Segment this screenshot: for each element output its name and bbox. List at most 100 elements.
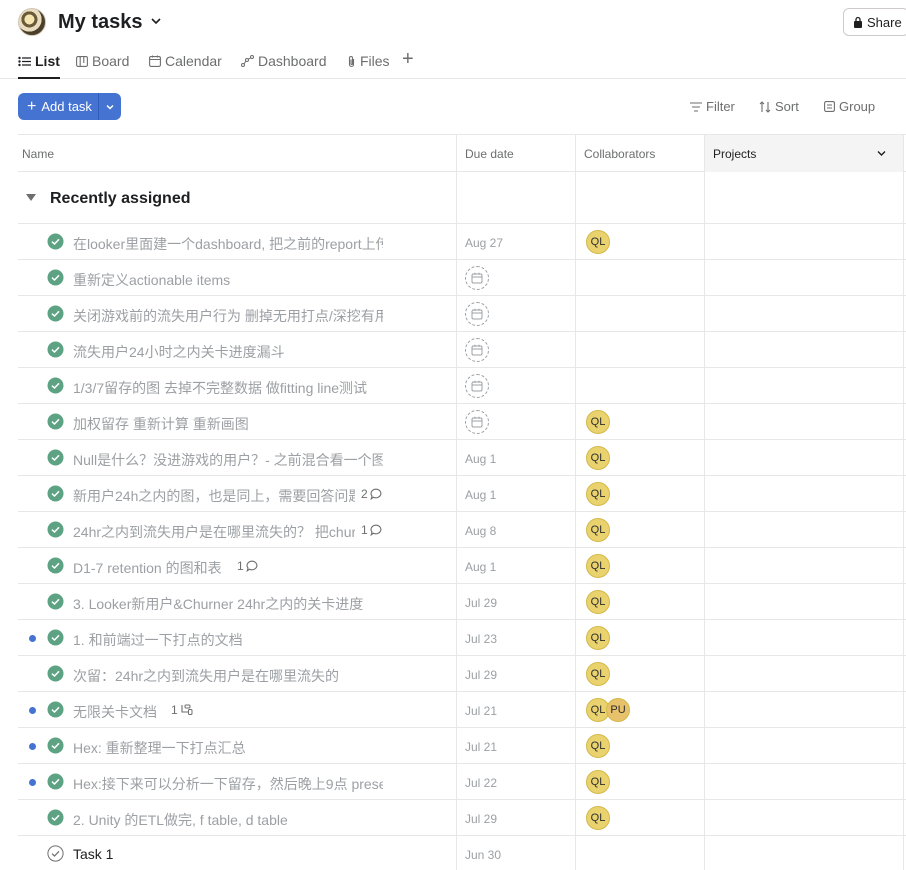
task-name[interactable]: 24hr之内到流失用户是在哪里流失的？ 把churn bbox=[73, 522, 355, 542]
comment-count[interactable]: 1 bbox=[237, 559, 259, 573]
task-row[interactable]: Null是什么？没进游戏的用户？- 之前混合看一个图 Aug 1 QL bbox=[0, 440, 906, 476]
column-header-projects[interactable]: Projects bbox=[704, 135, 904, 172]
tab-calendar[interactable]: Calendar bbox=[149, 50, 222, 72]
incomplete-check-icon[interactable] bbox=[47, 845, 64, 862]
tab-board[interactable]: Board bbox=[76, 50, 129, 72]
task-name[interactable]: 重新定义actionable items bbox=[73, 270, 383, 290]
column-header-due-date[interactable]: Due date bbox=[461, 135, 576, 172]
task-name[interactable]: 加权留存 重新计算 重新画图 bbox=[73, 414, 383, 434]
set-due-date-button[interactable] bbox=[465, 302, 489, 326]
project-avatar[interactable] bbox=[18, 8, 46, 36]
task-name[interactable]: Hex: 重新整理一下打点汇总 bbox=[73, 738, 383, 758]
share-button[interactable]: Share bbox=[843, 8, 906, 36]
task-row[interactable]: 1. 和前端过一下打点的文档 Jul 23 QL bbox=[0, 620, 906, 656]
task-name[interactable]: 新用户24h之内的图，也是同上，需要回答问题 bbox=[73, 486, 355, 506]
task-row[interactable]: 无限关卡文档 1 Jul 21 QL PU bbox=[0, 692, 906, 728]
completed-check-icon[interactable] bbox=[47, 449, 64, 466]
completed-check-icon[interactable] bbox=[47, 485, 64, 502]
completed-check-icon[interactable] bbox=[47, 809, 64, 826]
due-date[interactable]: Jul 22 bbox=[465, 776, 497, 790]
due-date[interactable]: Aug 1 bbox=[465, 488, 496, 502]
task-row[interactable]: 重新定义actionable items bbox=[0, 260, 906, 296]
completed-check-icon[interactable] bbox=[47, 269, 64, 286]
task-row[interactable]: D1-7 retention 的图和表 1 Aug 1 QL bbox=[0, 548, 906, 584]
caret-down-icon[interactable] bbox=[26, 194, 36, 201]
completed-check-icon[interactable] bbox=[47, 665, 64, 682]
comment-count[interactable]: 2 bbox=[361, 487, 383, 501]
task-row[interactable]: 流失用户24小时之内关卡进度漏斗 bbox=[0, 332, 906, 368]
task-name[interactable]: 3. Looker新用户&Churner 24hr之内的关卡进度 bbox=[73, 594, 383, 614]
task-name[interactable]: D1-7 retention 的图和表 bbox=[73, 558, 231, 578]
task-name[interactable]: 无限关卡文档 bbox=[73, 702, 165, 722]
section-header[interactable]: Recently assigned bbox=[18, 172, 906, 224]
completed-check-icon[interactable] bbox=[47, 521, 64, 538]
set-due-date-button[interactable] bbox=[465, 410, 489, 434]
due-date[interactable]: Aug 8 bbox=[465, 524, 496, 538]
due-date[interactable]: Jul 21 bbox=[465, 704, 497, 718]
due-date[interactable]: Jun 30 bbox=[465, 848, 501, 862]
filter-button[interactable]: Filter bbox=[690, 99, 735, 114]
task-row[interactable]: Task 1 Jun 30 bbox=[0, 836, 906, 870]
completed-check-icon[interactable] bbox=[47, 629, 64, 646]
task-name[interactable]: 在looker里面建一个dashboard, 把之前的report上传 bbox=[73, 234, 383, 254]
task-name[interactable]: Hex:接下来可以分析一下留存，然后晚上9点 presentation bbox=[73, 774, 383, 794]
collaborators[interactable]: QL bbox=[586, 518, 610, 542]
completed-check-icon[interactable] bbox=[47, 593, 64, 610]
task-row[interactable]: Hex: 重新整理一下打点汇总 Jul 21 QL bbox=[0, 728, 906, 764]
collaborators[interactable]: QL bbox=[586, 230, 610, 254]
completed-check-icon[interactable] bbox=[47, 701, 64, 718]
collaborators[interactable]: QL bbox=[586, 770, 610, 794]
collaborators[interactable]: QL bbox=[586, 410, 610, 434]
task-name[interactable]: 2. Unity 的ETL做完, f table, d table bbox=[73, 810, 383, 830]
collaborators[interactable]: QL bbox=[586, 446, 610, 470]
collaborators[interactable]: QL bbox=[586, 806, 610, 830]
add-task-dropdown-button[interactable] bbox=[98, 93, 121, 120]
collaborators[interactable]: QL bbox=[586, 662, 610, 686]
task-name[interactable]: 1. 和前端过一下打点的文档 bbox=[73, 630, 383, 650]
due-date[interactable]: Jul 21 bbox=[465, 740, 497, 754]
collaborators[interactable]: QL bbox=[586, 626, 610, 650]
task-row[interactable]: 新用户24h之内的图，也是同上，需要回答问题 2 Aug 1 QL bbox=[0, 476, 906, 512]
due-date[interactable]: Jul 29 bbox=[465, 812, 497, 826]
task-name[interactable]: 次留：24hr之内到流失用户是在哪里流失的 bbox=[73, 666, 383, 686]
collaborators[interactable]: QL bbox=[586, 734, 610, 758]
completed-check-icon[interactable] bbox=[47, 557, 64, 574]
task-row[interactable]: 次留：24hr之内到流失用户是在哪里流失的 Jul 29 QL bbox=[0, 656, 906, 692]
task-row[interactable]: 在looker里面建一个dashboard, 把之前的report上传 Aug 2… bbox=[0, 224, 906, 260]
completed-check-icon[interactable] bbox=[47, 377, 64, 394]
due-date[interactable]: Jul 29 bbox=[465, 596, 497, 610]
completed-check-icon[interactable] bbox=[47, 233, 64, 250]
due-date[interactable]: Aug 1 bbox=[465, 452, 496, 466]
chevron-down-icon[interactable] bbox=[876, 148, 887, 159]
column-header-collaborators[interactable]: Collaborators bbox=[580, 135, 704, 172]
completed-check-icon[interactable] bbox=[47, 773, 64, 790]
task-row[interactable]: 3. Looker新用户&Churner 24hr之内的关卡进度 Jul 29 QL bbox=[0, 584, 906, 620]
subtask-count[interactable]: 1 bbox=[171, 703, 193, 717]
collaborators[interactable]: QL PU bbox=[586, 698, 630, 722]
comment-count[interactable]: 1 bbox=[361, 523, 383, 537]
set-due-date-button[interactable] bbox=[465, 266, 489, 290]
completed-check-icon[interactable] bbox=[47, 341, 64, 358]
completed-check-icon[interactable] bbox=[47, 413, 64, 430]
task-row[interactable]: 24hr之内到流失用户是在哪里流失的？ 把churn 1 Aug 8 QL bbox=[0, 512, 906, 548]
task-name[interactable]: 关闭游戏前的流失用户行为 删掉无用打点/深挖有用 bbox=[73, 306, 383, 326]
collaborators[interactable]: QL bbox=[586, 554, 610, 578]
group-button[interactable]: Group bbox=[824, 99, 875, 114]
add-task-button[interactable]: + Add task bbox=[18, 93, 98, 120]
due-date[interactable]: Aug 1 bbox=[465, 560, 496, 574]
column-header-name[interactable]: Name bbox=[18, 135, 456, 172]
task-name[interactable]: 1/3/7留存的图 去掉不完整数据 做fitting line测试 bbox=[73, 378, 383, 398]
completed-check-icon[interactable] bbox=[47, 305, 64, 322]
collaborators[interactable]: QL bbox=[586, 482, 610, 506]
tab-files[interactable]: Files bbox=[347, 50, 390, 72]
add-tab-icon[interactable]: + bbox=[402, 49, 414, 69]
chevron-down-icon[interactable] bbox=[149, 14, 163, 28]
task-row[interactable]: 1/3/7留存的图 去掉不完整数据 做fitting line测试 bbox=[0, 368, 906, 404]
tab-list[interactable]: List bbox=[18, 50, 60, 79]
task-row[interactable]: 加权留存 重新计算 重新画图 QL bbox=[0, 404, 906, 440]
sort-button[interactable]: Sort bbox=[759, 99, 799, 114]
completed-check-icon[interactable] bbox=[47, 737, 64, 754]
due-date[interactable]: Jul 23 bbox=[465, 632, 497, 646]
collaborators[interactable]: QL bbox=[586, 590, 610, 614]
tab-dashboard[interactable]: Dashboard bbox=[241, 50, 327, 72]
